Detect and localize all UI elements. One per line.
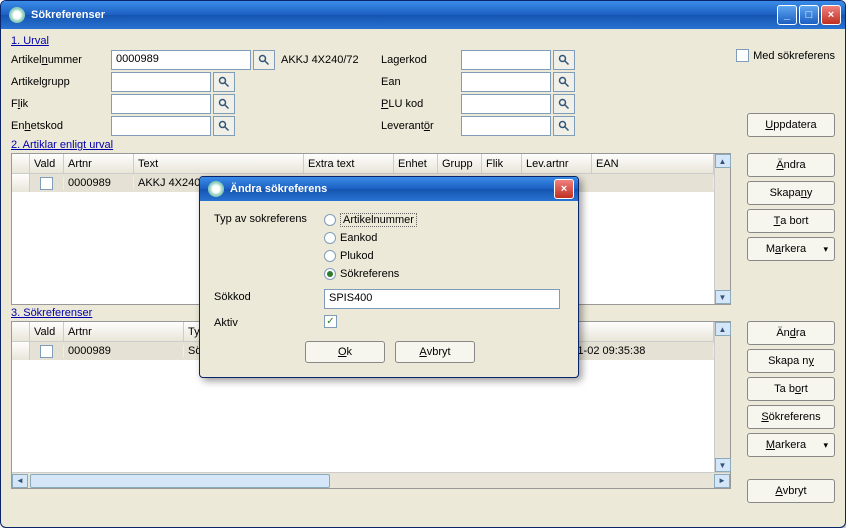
plukod-input[interactable] bbox=[461, 94, 551, 114]
maximize-button[interactable]: □ bbox=[799, 5, 819, 25]
medsokreferens-label: Med sökreferens bbox=[753, 50, 835, 62]
artikelnummer-input[interactable]: 0000989 bbox=[111, 50, 251, 70]
radio-icon bbox=[324, 232, 336, 244]
artikelnummer-lookup[interactable] bbox=[253, 50, 275, 70]
radio-icon bbox=[324, 214, 336, 226]
section3-scroll-h[interactable]: ◄ ► bbox=[12, 472, 730, 488]
ean-lookup[interactable] bbox=[553, 72, 575, 92]
sokkod-label: Sökkod bbox=[214, 289, 324, 309]
flik-lookup[interactable] bbox=[213, 94, 235, 114]
flik-input[interactable] bbox=[111, 94, 211, 114]
row-checkbox[interactable] bbox=[40, 345, 53, 358]
flik-label: Flik bbox=[11, 98, 111, 110]
andra-sokreferens-dialog: Ändra sökreferens × Typ av sokreferens A… bbox=[199, 176, 579, 378]
lagerkod-label: Lagerkod bbox=[381, 54, 461, 66]
ean-label: Ean bbox=[381, 76, 461, 88]
lagerkod-input[interactable] bbox=[461, 50, 551, 70]
section3-tabort-button[interactable]: Ta bort bbox=[747, 377, 835, 401]
aktiv-label: Aktiv bbox=[214, 315, 324, 329]
dialog-ok-button[interactable]: Ok bbox=[305, 341, 385, 363]
section2-tabort-button[interactable]: Ta bort bbox=[747, 209, 835, 233]
checkbox-icon bbox=[736, 49, 749, 62]
main-titlebar[interactable]: Sökreferenser _ □ × bbox=[1, 1, 845, 29]
enhetskod-label: Enhetskod bbox=[11, 120, 111, 132]
medsokreferens-checkbox[interactable]: Med sökreferens bbox=[736, 49, 835, 62]
section2-table-header: Vald Artnr Text Extra text Enhet Grupp F… bbox=[12, 154, 714, 174]
dialog-title: Ändra sökreferens bbox=[230, 183, 554, 195]
close-button[interactable]: × bbox=[821, 5, 841, 25]
section2-markera-button[interactable]: Markera bbox=[747, 237, 835, 261]
radio-plukod[interactable]: Plukod bbox=[324, 247, 417, 265]
main-window: Sökreferenser _ □ × 1. Urval Artikelnumm… bbox=[0, 0, 846, 528]
section3-markera-button[interactable]: Markera bbox=[747, 433, 835, 457]
section3-scroll-v[interactable]: ▲ ▼ bbox=[714, 322, 730, 472]
artikelnummer-desc: AKKJ 4X240/72 bbox=[281, 54, 371, 66]
enhetskod-lookup[interactable] bbox=[213, 116, 235, 136]
radio-icon bbox=[324, 250, 336, 262]
section2-andra-button[interactable]: Ändra bbox=[747, 153, 835, 177]
plukod-label: PLU kod bbox=[381, 98, 461, 110]
section3-avbryt-button[interactable]: Avbryt bbox=[747, 479, 835, 503]
dialog-avbryt-button[interactable]: Avbryt bbox=[395, 341, 475, 363]
radio-artikelnummer[interactable]: Artikelnummer bbox=[324, 211, 417, 229]
sokkod-input[interactable]: SPIS400 bbox=[324, 289, 560, 309]
enhetskod-input[interactable] bbox=[111, 116, 211, 136]
radio-eankod[interactable]: Eankod bbox=[324, 229, 417, 247]
lagerkod-lookup[interactable] bbox=[553, 50, 575, 70]
typ-label: Typ av sokreferens bbox=[214, 211, 324, 283]
aktiv-checkbox[interactable] bbox=[324, 315, 337, 328]
section3-andra-button[interactable]: Ändra bbox=[747, 321, 835, 345]
section2-title: 2. Artiklar enligt urval bbox=[11, 139, 835, 151]
radio-sokreferens[interactable]: Sökreferens bbox=[324, 265, 417, 283]
section3-sokreferens-button[interactable]: Sökreferens bbox=[747, 405, 835, 429]
section1-title: 1. Urval bbox=[11, 35, 835, 47]
section3-skapany-button[interactable]: Skapa ny bbox=[747, 349, 835, 373]
artikelgrupp-lookup[interactable] bbox=[213, 72, 235, 92]
section2-scroll-v[interactable]: ▲ ▼ bbox=[714, 154, 730, 304]
uppdatera-button[interactable]: Uppdatera bbox=[747, 113, 835, 137]
dialog-icon bbox=[208, 181, 224, 197]
ean-input[interactable] bbox=[461, 72, 551, 92]
leverantor-lookup[interactable] bbox=[553, 116, 575, 136]
artikelgrupp-input[interactable] bbox=[111, 72, 211, 92]
app-icon bbox=[9, 7, 25, 23]
window-title: Sökreferenser bbox=[31, 9, 777, 21]
plukod-lookup[interactable] bbox=[553, 94, 575, 114]
dialog-titlebar[interactable]: Ändra sökreferens × bbox=[200, 177, 578, 201]
artikelnummer-label: Artikelnummer bbox=[11, 54, 111, 66]
leverantor-label: Leverantör bbox=[381, 120, 461, 132]
minimize-button[interactable]: _ bbox=[777, 5, 797, 25]
artikelgrupp-label: Artikelgrupp bbox=[11, 76, 111, 88]
radio-icon bbox=[324, 268, 336, 280]
row-checkbox[interactable] bbox=[40, 177, 53, 190]
leverantor-input[interactable] bbox=[461, 116, 551, 136]
dialog-close-button[interactable]: × bbox=[554, 179, 574, 199]
section2-skapany-button[interactable]: Skapa ny bbox=[747, 181, 835, 205]
